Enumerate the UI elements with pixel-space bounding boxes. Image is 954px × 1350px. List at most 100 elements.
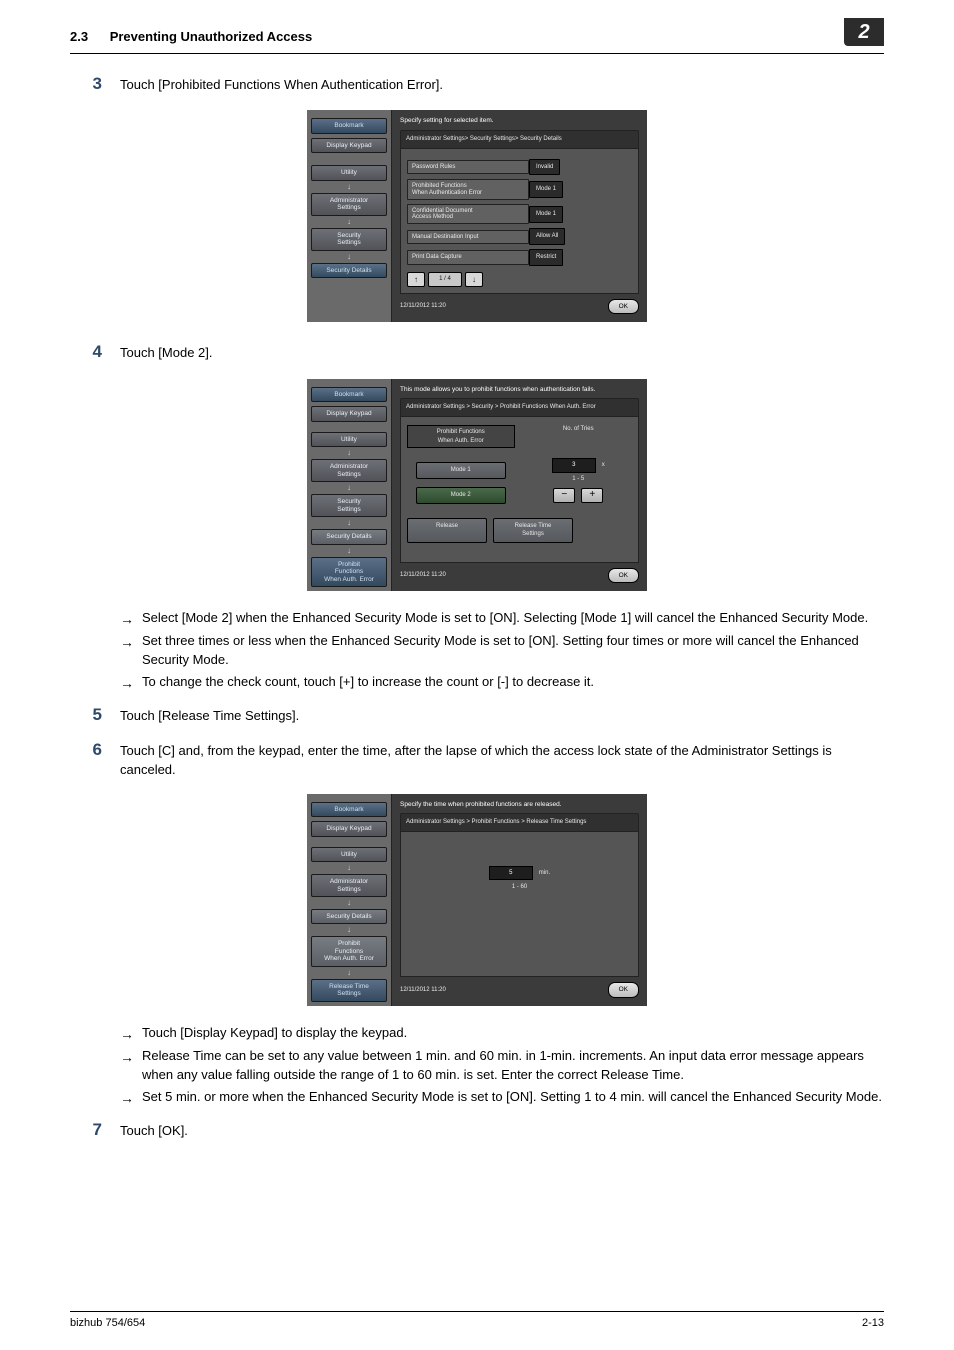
bullet-text: Select [Mode 2] when the Enhanced Securi… (142, 609, 884, 628)
chevron-down-icon: ↓ (311, 926, 387, 934)
section-header: 2.3 Preventing Unauthorized Access (70, 28, 312, 47)
release-time-settings-button[interactable]: Release Time Settings (493, 518, 573, 543)
tries-value: 3 (552, 458, 596, 473)
release-time-range: 1 - 60 (407, 883, 632, 892)
device-screen-3: Bookmark Display Keypad Utility ↓ Admini… (307, 794, 647, 1006)
screen-message: Specify setting for selected item. (400, 116, 639, 125)
security-details-button[interactable]: Security Details (311, 263, 387, 278)
arrow-icon: → (120, 1047, 142, 1067)
page-indicator: 1 / 4 (428, 272, 462, 287)
footer-right: 2-13 (862, 1316, 884, 1332)
page-footer: bizhub 754/654 2-13 (70, 1311, 884, 1332)
password-rules-value: Invalid (529, 159, 560, 176)
chevron-down-icon: ↓ (311, 899, 387, 907)
release-time-value: 5 (489, 866, 533, 881)
ok-button[interactable]: OK (608, 568, 639, 583)
manual-dest-button[interactable]: Manual Destination Input (407, 230, 529, 244)
step-number: 4 (70, 340, 102, 365)
step-number: 5 (70, 703, 102, 728)
bullet-text: Release Time can be set to any value bet… (142, 1047, 884, 1085)
chevron-down-icon: ↓ (311, 449, 387, 457)
increment-button[interactable]: + (581, 488, 603, 503)
prohibit-functions-button[interactable]: Prohibit Functions When Auth. Error (311, 936, 387, 966)
confidential-doc-value: Mode 1 (529, 206, 563, 223)
bullet-text: Touch [Display Keypad] to display the ke… (142, 1024, 884, 1043)
column-header-mode: Prohibit Functions When Auth. Error (407, 425, 515, 448)
decrement-button[interactable]: − (553, 488, 575, 503)
arrow-icon: → (120, 673, 142, 693)
ok-button[interactable]: OK (608, 982, 639, 997)
step-number: 7 (70, 1118, 102, 1143)
ok-button[interactable]: OK (608, 299, 639, 314)
utility-button[interactable]: Utility (311, 847, 387, 862)
bookmark-button[interactable]: Bookmark (311, 387, 387, 402)
chevron-down-icon: ↓ (311, 253, 387, 261)
step-text: Touch [Mode 2]. (120, 344, 884, 363)
column-header-tries: No. of Tries (525, 425, 633, 434)
page-down-button[interactable]: ↓ (465, 272, 483, 287)
prohibited-functions-button[interactable]: Prohibited Functions When Authentication… (407, 179, 529, 200)
page-up-button[interactable]: ↑ (407, 272, 425, 287)
bullet-text: Set three times or less when the Enhance… (142, 632, 884, 670)
tries-unit: x (602, 462, 605, 468)
chevron-down-icon: ↓ (311, 484, 387, 492)
breadcrumb: Administrator Settings > Prohibit Functi… (400, 813, 639, 832)
device-screen-2: Bookmark Display Keypad Utility ↓ Admini… (307, 379, 647, 591)
step-text: Touch [C] and, from the keypad, enter th… (120, 742, 884, 780)
manual-dest-value: Allow All (529, 228, 565, 245)
display-keypad-button[interactable]: Display Keypad (311, 138, 387, 153)
prohibited-functions-value: Mode 1 (529, 181, 563, 198)
bullet-text: Set 5 min. or more when the Enhanced Sec… (142, 1088, 884, 1107)
print-data-capture-value: Restrict (529, 249, 563, 266)
confidential-doc-button[interactable]: Confidential Document Access Method (407, 204, 529, 225)
chevron-down-icon: ↓ (311, 183, 387, 191)
chevron-down-icon: ↓ (311, 864, 387, 872)
section-number: 2.3 (70, 29, 88, 44)
breadcrumb: Administrator Settings > Security > Proh… (400, 398, 639, 417)
admin-settings-button[interactable]: Administrator Settings (311, 193, 387, 216)
security-settings-button[interactable]: Security Settings (311, 494, 387, 517)
footer-left: bizhub 754/654 (70, 1316, 145, 1332)
step-number: 6 (70, 738, 102, 763)
security-details-button[interactable]: Security Details (311, 529, 387, 544)
admin-settings-button[interactable]: Administrator Settings (311, 459, 387, 482)
timestamp: 12/11/2012 11:20 (400, 986, 446, 995)
release-time-unit: min. (539, 870, 550, 876)
mode2-button[interactable]: Mode 2 (416, 487, 506, 504)
step-text: Touch [OK]. (120, 1122, 884, 1141)
chevron-down-icon: ↓ (311, 519, 387, 527)
step-text: Touch [Prohibited Functions When Authent… (120, 76, 884, 95)
bookmark-button[interactable]: Bookmark (311, 118, 387, 133)
screen-message: This mode allows you to prohibit functio… (400, 385, 639, 394)
breadcrumb: Administrator Settings> Security Setting… (400, 130, 639, 149)
utility-button[interactable]: Utility (311, 432, 387, 447)
arrow-icon: → (120, 1024, 142, 1044)
password-rules-button[interactable]: Password Rules (407, 160, 529, 174)
chevron-down-icon: ↓ (311, 218, 387, 226)
admin-settings-button[interactable]: Administrator Settings (311, 874, 387, 897)
arrow-icon: → (120, 609, 142, 629)
prohibit-functions-button[interactable]: Prohibit Functions When Auth. Error (311, 557, 387, 587)
bullet-text: To change the check count, touch [+] to … (142, 673, 884, 692)
security-settings-button[interactable]: Security Settings (311, 228, 387, 251)
display-keypad-button[interactable]: Display Keypad (311, 821, 387, 836)
chapter-badge: 2 (844, 18, 884, 46)
tries-range: 1 - 5 (572, 475, 584, 484)
bookmark-button[interactable]: Bookmark (311, 802, 387, 817)
section-title: Preventing Unauthorized Access (110, 29, 313, 44)
step-text: Touch [Release Time Settings]. (120, 707, 884, 726)
chevron-down-icon: ↓ (311, 547, 387, 555)
release-button[interactable]: Release (407, 518, 487, 543)
mode1-button[interactable]: Mode 1 (416, 462, 506, 479)
screen-message: Specify the time when prohibited functio… (400, 800, 639, 809)
header-divider (70, 53, 884, 54)
timestamp: 12/11/2012 11:20 (400, 302, 446, 311)
print-data-capture-button[interactable]: Print Data Capture (407, 250, 529, 264)
arrow-icon: → (120, 1088, 142, 1108)
arrow-icon: → (120, 632, 142, 652)
utility-button[interactable]: Utility (311, 165, 387, 180)
device-screen-1: Bookmark Display Keypad Utility ↓ Admini… (307, 110, 647, 322)
release-time-settings-button[interactable]: Release Time Settings (311, 979, 387, 1002)
security-details-button[interactable]: Security Details (311, 909, 387, 924)
display-keypad-button[interactable]: Display Keypad (311, 406, 387, 421)
